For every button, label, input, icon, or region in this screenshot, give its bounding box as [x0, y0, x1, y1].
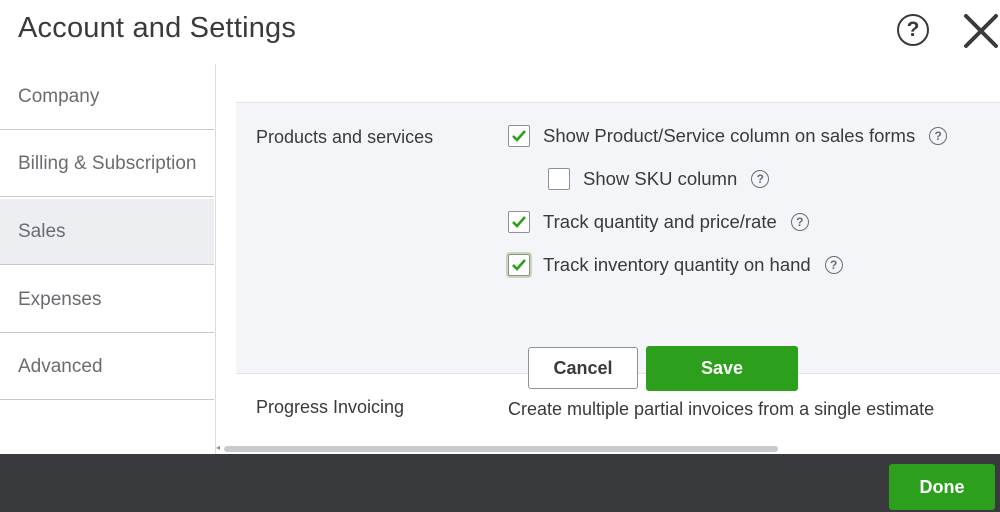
sidebar-item-label: Sales	[18, 220, 66, 242]
option-show-sku-column[interactable]: Show SKU column ?	[548, 168, 770, 190]
sidebar-item-label: Advanced	[18, 355, 103, 377]
sidebar-item-company[interactable]: Company	[0, 64, 214, 130]
close-icon[interactable]	[962, 10, 1000, 50]
sidebar-item-label: Billing & Subscription	[18, 152, 197, 174]
settings-content: Products and services Show Product/Servi…	[216, 64, 1000, 454]
dialog-footer: Done	[0, 454, 1000, 512]
scroll-left-arrow-icon[interactable]: ◂	[216, 443, 220, 452]
checkbox-track-inventory[interactable]	[508, 254, 530, 276]
checkmark-icon	[512, 259, 526, 271]
horizontal-scrollbar[interactable]	[224, 446, 778, 452]
option-track-inventory[interactable]: Track inventory quantity on hand ?	[508, 254, 843, 276]
checkbox-show-sku-column[interactable]	[548, 168, 570, 190]
help-glyph: ?	[906, 18, 920, 41]
checkbox-show-product-column[interactable]	[508, 125, 530, 147]
question-circle-icon[interactable]: ?	[790, 213, 809, 231]
cancel-button[interactable]: Cancel	[528, 347, 638, 389]
sidebar-item-expenses[interactable]: Expenses	[0, 267, 214, 333]
section-label-products: Products and services	[256, 127, 434, 147]
question-circle-icon[interactable]: ?	[751, 170, 770, 188]
option-track-quantity-price[interactable]: Track quantity and price/rate ?	[508, 211, 809, 233]
sidebar-item-label: Expenses	[18, 288, 102, 310]
done-button[interactable]: Done	[889, 464, 995, 510]
dialog-header: Account and Settings ?	[0, 0, 1000, 64]
checkmark-icon	[512, 216, 526, 228]
page-title: Account and Settings	[18, 12, 297, 44]
settings-sidebar: Company Billing & Subscription Sales Exp…	[0, 64, 216, 454]
section-label-progress-invoicing: Progress Invoicing	[256, 397, 405, 417]
save-button[interactable]: Save	[646, 346, 798, 391]
checkbox-track-quantity-price[interactable]	[508, 211, 530, 233]
checkmark-icon	[512, 130, 526, 142]
option-label: Show Product/Service column on sales for…	[543, 125, 916, 146]
sidebar-item-label: Company	[18, 85, 100, 107]
sidebar-item-advanced[interactable]: Advanced	[0, 334, 214, 400]
question-circle-icon[interactable]: ?	[824, 256, 843, 274]
option-label: Show SKU column	[583, 168, 738, 189]
question-circle-icon[interactable]: ?	[929, 127, 948, 145]
sidebar-item-billing[interactable]: Billing & Subscription	[0, 131, 214, 197]
progress-invoicing-description: Create multiple partial invoices from a …	[508, 399, 935, 419]
sidebar-item-sales[interactable]: Sales	[0, 199, 214, 265]
option-show-product-column[interactable]: Show Product/Service column on sales for…	[508, 125, 948, 147]
option-label: Track quantity and price/rate	[543, 211, 777, 232]
option-label: Track inventory quantity on hand	[543, 254, 811, 275]
products-services-panel: Products and services Show Product/Servi…	[236, 102, 1000, 391]
help-icon[interactable]: ?	[897, 14, 929, 46]
